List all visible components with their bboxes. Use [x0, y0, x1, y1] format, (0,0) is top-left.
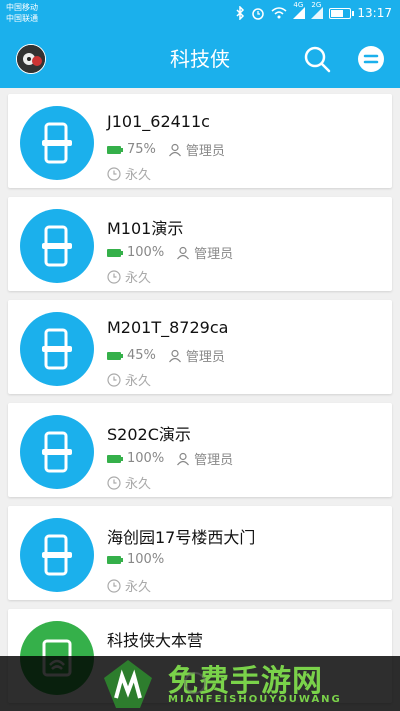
- door-lock-icon: [20, 209, 94, 283]
- clock-icon: [107, 578, 121, 593]
- door-lock-icon: [20, 415, 94, 489]
- watermark-subtext: MIANFEISHOUYOUWANG: [168, 694, 342, 705]
- user-icon: [177, 452, 190, 465]
- user-role: 管理员: [194, 247, 234, 262]
- user-role: 管理员: [194, 453, 234, 468]
- validity-row: 永久: [107, 473, 151, 492]
- battery-level: 100%: [127, 451, 165, 466]
- status-icons: 4G 2G 13:17: [235, 1, 392, 20]
- battery-level-icon: [107, 248, 123, 257]
- wifi-icon: [271, 7, 287, 19]
- network-2: 2G: [311, 1, 324, 19]
- app-bar: 科技侠: [0, 30, 400, 88]
- lock-name: 科技侠大本营: [107, 631, 204, 650]
- page-title: 科技侠: [170, 47, 230, 71]
- door-lock-icon: [20, 106, 94, 180]
- battery-level-icon: [107, 454, 123, 463]
- alarm-icon: [252, 8, 265, 20]
- validity: 永久: [125, 374, 152, 389]
- battery-level: 75%: [127, 142, 156, 157]
- lock-meta: 100%: [107, 552, 164, 567]
- lock-name: 海创园17号楼西大门: [107, 528, 256, 547]
- user-role: 管理员: [185, 350, 225, 365]
- lock-card[interactable]: M201T_8729ca 45% 管理员 永久: [8, 300, 392, 394]
- lock-meta: 100% 管理员: [107, 243, 233, 262]
- validity-row: 永久: [107, 267, 151, 286]
- validity: 永久: [125, 477, 152, 492]
- carrier-2: 中国联通: [6, 14, 38, 23]
- battery-level-icon: [107, 555, 123, 564]
- lock-name: J101_62411c: [107, 112, 210, 131]
- search-icon: [304, 46, 331, 73]
- door-lock-icon: [20, 518, 94, 592]
- door-lock-icon: [20, 312, 94, 386]
- battery-level: 45%: [127, 348, 156, 363]
- lock-card[interactable]: 海创园17号楼西大门 100% 永久: [8, 506, 392, 600]
- user-icon: [168, 143, 181, 156]
- lock-card[interactable]: M101演示 100% 管理员 永久: [8, 197, 392, 291]
- lock-name: S202C演示: [107, 425, 191, 444]
- validity-row: 永久: [107, 576, 151, 595]
- battery-level: 100%: [127, 552, 165, 567]
- menu-button[interactable]: [356, 44, 386, 74]
- battery-level-icon: [107, 351, 123, 360]
- clock-icon: [107, 475, 121, 490]
- lock-meta: 100% 管理员: [107, 449, 233, 468]
- validity: 永久: [125, 580, 152, 595]
- user-role: 管理员: [185, 144, 225, 159]
- lock-meta: 75% 管理员: [107, 140, 225, 159]
- lock-name: M101演示: [107, 219, 184, 238]
- clock: 13:17: [357, 6, 392, 20]
- watermark-logo: [104, 660, 152, 708]
- battery-level-icon: [107, 145, 123, 154]
- validity: 永久: [125, 271, 152, 286]
- clock-icon: [107, 372, 121, 387]
- bluetooth-icon: [236, 6, 245, 20]
- lock-name: M201T_8729ca: [107, 318, 229, 337]
- clock-icon: [107, 269, 121, 284]
- validity: 永久: [125, 168, 152, 183]
- menu-bubble-icon: [358, 46, 384, 72]
- carrier-1: 中国移动: [6, 3, 38, 12]
- lock-card[interactable]: J101_62411c 75% 管理员 永久: [8, 94, 392, 188]
- home-button[interactable]: [184, 672, 206, 694]
- search-button[interactable]: [302, 44, 332, 74]
- network-2-label: 2G: [311, 1, 322, 9]
- user-icon: [177, 246, 190, 259]
- validity-row: 永久: [107, 370, 151, 389]
- battery-icon: [329, 7, 355, 19]
- carrier-info: 中国移动 中国联通: [6, 2, 38, 24]
- network-1: 4G: [293, 1, 306, 19]
- validity-row: 永久: [107, 164, 151, 183]
- status-bar: 中国移动 中国联通 4G 2G 13:17: [0, 0, 400, 30]
- user-icon: [168, 349, 181, 362]
- lock-card[interactable]: S202C演示 100% 管理员 永久: [8, 403, 392, 497]
- network-1-label: 4G: [293, 1, 304, 9]
- lock-meta: 45% 管理员: [107, 346, 225, 365]
- clock-icon: [107, 166, 121, 181]
- battery-level: 100%: [127, 245, 165, 260]
